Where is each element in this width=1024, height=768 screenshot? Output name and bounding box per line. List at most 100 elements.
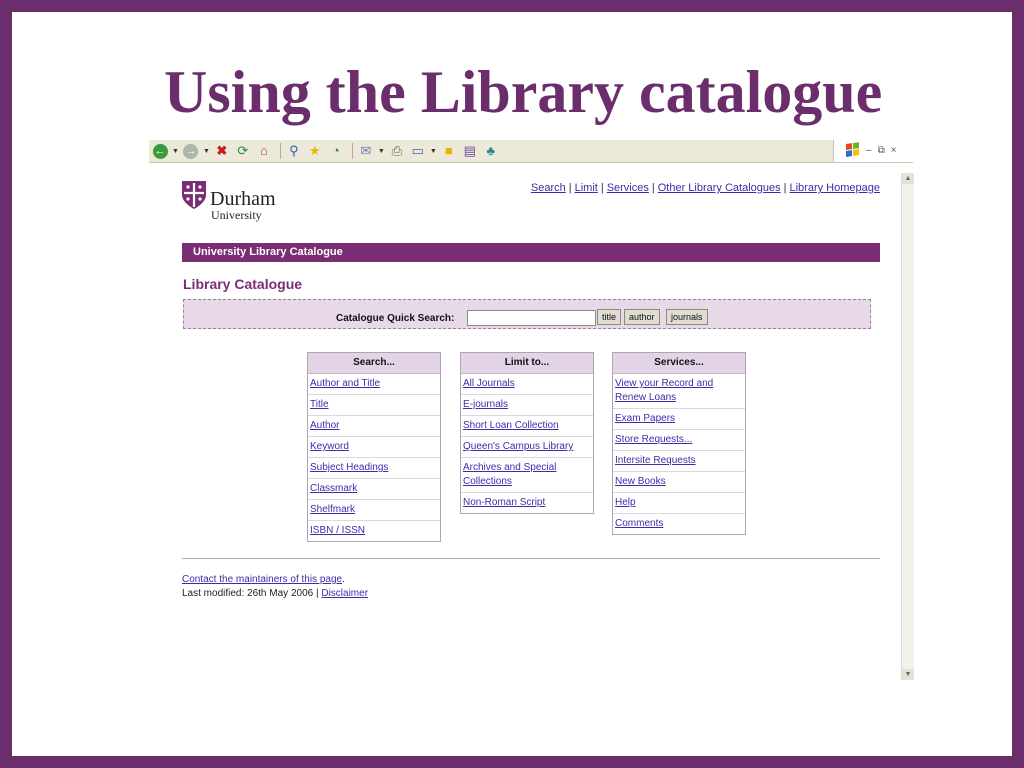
- history-icon[interactable]: ◔: [327, 142, 345, 160]
- close-icon[interactable]: ×: [891, 145, 897, 156]
- non-roman-script-link[interactable]: Non-Roman Script: [463, 497, 545, 508]
- list-item: Classmark: [308, 479, 440, 500]
- author-and-title-link[interactable]: Author and Title: [310, 378, 380, 389]
- list-item: Keyword: [308, 437, 440, 458]
- list-item: Author and Title: [308, 374, 440, 395]
- nav-services-link[interactable]: Services: [607, 182, 649, 194]
- new-books-link[interactable]: New Books: [615, 476, 666, 487]
- slide-title: Using the Library catalogue: [164, 59, 883, 125]
- archives-special-collections-link[interactable]: Archives and Special Collections: [463, 462, 556, 487]
- mail-icon[interactable]: ✉: [357, 142, 375, 160]
- subject-headings-link[interactable]: Subject Headings: [310, 462, 388, 473]
- browser-toolbar: ← ▼ → ▼ ✖ ⟳ ⌂ ⚲ ★ ◔ ✉ ▼ ⎙ ▭ ▼ ■ ▤ ♣ – ⧉ …: [149, 140, 914, 163]
- crest-icon: [182, 181, 206, 209]
- list-item: Subject Headings: [308, 458, 440, 479]
- e-journals-link[interactable]: E-journals: [463, 399, 508, 410]
- footer-contact: Contact the maintainers of this page.: [182, 574, 345, 585]
- classmark-link[interactable]: Classmark: [310, 483, 357, 494]
- nav-separator: |: [783, 182, 787, 194]
- list-item: Archives and Special Collections: [461, 458, 593, 493]
- list-item: Shelfmark: [308, 500, 440, 521]
- nav-library-homepage-link[interactable]: Library Homepage: [790, 182, 881, 194]
- author-search-button[interactable]: author: [624, 309, 660, 325]
- edit-dropdown-icon[interactable]: ▼: [430, 148, 437, 155]
- scroll-up-icon[interactable]: ▲: [902, 173, 914, 184]
- services-panel: Services... View your Record and Renew L…: [612, 352, 746, 535]
- title-link[interactable]: Title: [310, 399, 329, 410]
- forward-dropdown-icon[interactable]: ▼: [203, 148, 210, 155]
- back-icon[interactable]: ←: [151, 142, 169, 160]
- search-icon[interactable]: ⚲: [285, 142, 303, 160]
- favorites-icon[interactable]: ★: [306, 142, 324, 160]
- forward-icon[interactable]: →: [182, 142, 200, 160]
- list-item: Author: [308, 416, 440, 437]
- all-journals-link[interactable]: All Journals: [463, 378, 515, 389]
- print-icon[interactable]: ⎙: [388, 142, 406, 160]
- limit-panel: Limit to... All Journals E-journals Shor…: [460, 352, 594, 514]
- catalogue-banner: University Library Catalogue: [182, 243, 880, 262]
- contact-maintainers-link[interactable]: Contact the maintainers of this page: [182, 574, 342, 585]
- browser-window: ← ▼ → ▼ ✖ ⟳ ⌂ ⚲ ★ ◔ ✉ ▼ ⎙ ▭ ▼ ■ ▤ ♣ – ⧉ …: [149, 140, 914, 680]
- edit-icon[interactable]: ▭: [409, 142, 427, 160]
- list-item: Intersite Requests: [613, 451, 745, 472]
- journals-search-button[interactable]: journals: [666, 309, 708, 325]
- messenger-icon[interactable]: ♣: [482, 142, 500, 160]
- minimize-icon[interactable]: –: [866, 145, 872, 156]
- short-loan-collection-link[interactable]: Short Loan Collection: [463, 420, 559, 431]
- research-icon[interactable]: ▤: [461, 142, 479, 160]
- disclaimer-link[interactable]: Disclaimer: [321, 588, 368, 599]
- slide: Using the Library catalogue ← ▼ → ▼ ✖ ⟳ …: [12, 12, 1012, 756]
- footer-modified: Last modified: 26th May 2006 | Disclaime…: [182, 588, 368, 599]
- scroll-down-icon[interactable]: ▼: [902, 669, 914, 680]
- quick-search-box: Catalogue Quick Search: title author jou…: [183, 299, 871, 329]
- nav-search-link[interactable]: Search: [531, 182, 566, 194]
- vertical-scrollbar[interactable]: ▲ ▼: [901, 173, 914, 680]
- list-item: View your Record and Renew Loans: [613, 374, 745, 409]
- nav-other-catalogues-link[interactable]: Other Library Catalogues: [658, 182, 781, 194]
- footer-contact-suffix: .: [342, 574, 345, 585]
- nav-separator: |: [568, 182, 572, 194]
- exam-papers-link[interactable]: Exam Papers: [615, 413, 675, 424]
- last-modified-text: Last modified: 26th May 2006 |: [182, 588, 319, 599]
- queens-campus-library-link[interactable]: Queen's Campus Library: [463, 441, 573, 452]
- shelfmark-link[interactable]: Shelfmark: [310, 504, 355, 515]
- list-item: Comments: [613, 514, 745, 534]
- home-icon[interactable]: ⌂: [255, 142, 273, 160]
- panel-heading: Limit to...: [461, 353, 593, 374]
- keyword-link[interactable]: Keyword: [310, 441, 349, 452]
- quick-search-label: Catalogue Quick Search:: [336, 313, 455, 324]
- footer-divider: [182, 558, 880, 559]
- mail-dropdown-icon[interactable]: ▼: [378, 148, 385, 155]
- logo-sub: University: [211, 208, 262, 222]
- list-item: All Journals: [461, 374, 593, 395]
- stop-icon[interactable]: ✖: [213, 142, 231, 160]
- store-requests-link[interactable]: Store Requests...: [615, 434, 692, 445]
- panel-heading: Services...: [613, 353, 745, 374]
- list-item: Help: [613, 493, 745, 514]
- intersite-requests-link[interactable]: Intersite Requests: [615, 455, 696, 466]
- list-item: Store Requests...: [613, 430, 745, 451]
- nav-separator: |: [600, 182, 604, 194]
- list-item: E-journals: [461, 395, 593, 416]
- restore-icon[interactable]: ⧉: [878, 145, 885, 156]
- list-item: Title: [308, 395, 440, 416]
- list-item: New Books: [613, 472, 745, 493]
- search-panel: Search... Author and Title Title Author …: [307, 352, 441, 542]
- list-item: Non-Roman Script: [461, 493, 593, 513]
- author-link[interactable]: Author: [310, 420, 339, 431]
- comments-link[interactable]: Comments: [615, 518, 663, 529]
- discuss-icon[interactable]: ■: [440, 142, 458, 160]
- web-page: Durham University Search | Limit | Services |…: [149, 162, 901, 670]
- back-dropdown-icon[interactable]: ▼: [172, 148, 179, 155]
- title-search-button[interactable]: title: [597, 309, 622, 325]
- nav-limit-link[interactable]: Limit: [575, 182, 598, 194]
- isbn-issn-link[interactable]: ISBN / ISSN: [310, 525, 365, 536]
- panel-heading: Search...: [308, 353, 440, 374]
- quick-search-input[interactable]: [467, 310, 596, 326]
- list-item: Exam Papers: [613, 409, 745, 430]
- help-link[interactable]: Help: [615, 497, 636, 508]
- view-record-renew-loans-link[interactable]: View your Record and Renew Loans: [615, 378, 713, 403]
- list-item: ISBN / ISSN: [308, 521, 440, 541]
- refresh-icon[interactable]: ⟳: [234, 142, 252, 160]
- toolbar-separator: [279, 143, 281, 159]
